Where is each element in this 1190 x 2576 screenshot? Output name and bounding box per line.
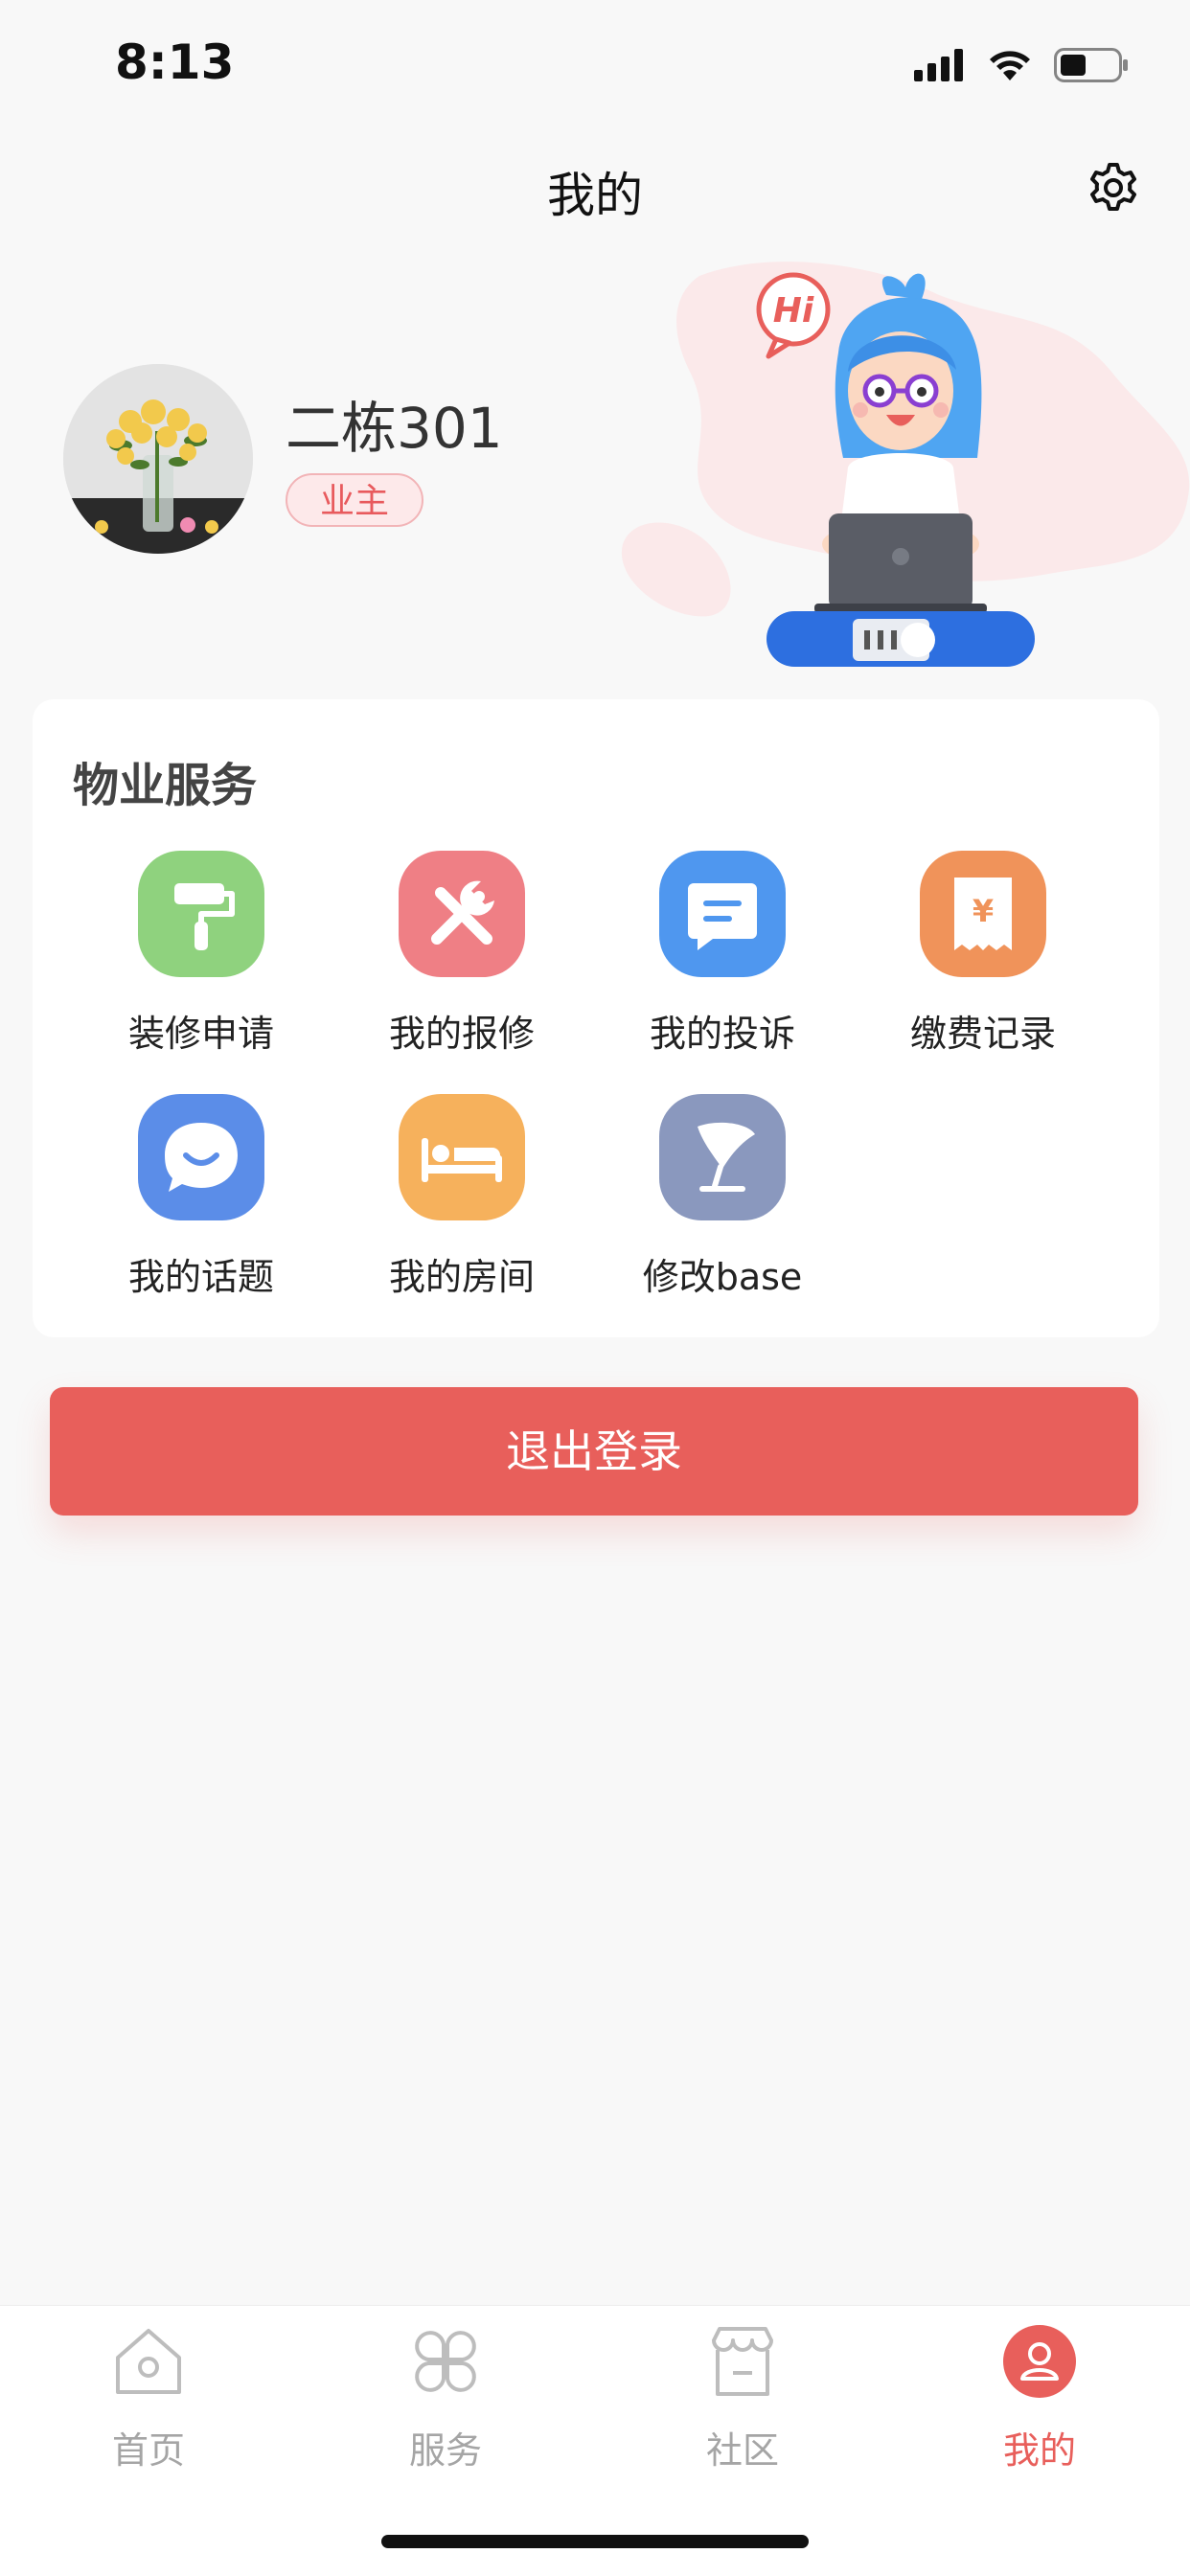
card-title: 物业服务 bbox=[73, 759, 258, 812]
service-label: 修改base bbox=[642, 1256, 803, 1298]
wifi-icon bbox=[990, 51, 1030, 80]
tab-label: 首页 bbox=[111, 2429, 185, 2472]
tab-label: 服务 bbox=[408, 2429, 482, 2472]
service-my-topics[interactable]: 我的话题 bbox=[71, 1094, 332, 1314]
battery-icon bbox=[1054, 48, 1128, 82]
logout-button[interactable]: 退出登录 bbox=[50, 1387, 1138, 1516]
tab-services[interactable]: 服务 bbox=[297, 2323, 594, 2476]
status-time: 8:13 bbox=[115, 34, 235, 90]
profile-icon bbox=[1003, 2325, 1076, 2398]
shop-icon bbox=[712, 2327, 773, 2396]
home-icon bbox=[116, 2329, 181, 2394]
gear-icon bbox=[1090, 163, 1136, 211]
tab-mine[interactable]: 我的 bbox=[891, 2323, 1188, 2476]
signal-icon bbox=[914, 49, 963, 81]
tab-label: 社区 bbox=[705, 2429, 779, 2472]
tab-home[interactable]: 首页 bbox=[0, 2323, 297, 2476]
service-label: 装修申请 bbox=[127, 1013, 274, 1055]
service-label: 我的报修 bbox=[388, 1013, 535, 1055]
page-title: 我的 bbox=[547, 168, 643, 223]
service-my-complaints[interactable]: 我的投诉 bbox=[592, 851, 853, 1071]
status-icons bbox=[914, 38, 1129, 92]
receipt-icon: ¥ bbox=[920, 851, 1046, 977]
avatar[interactable] bbox=[63, 364, 253, 554]
service-renovation-application[interactable]: 装修申请 bbox=[71, 851, 332, 1071]
message-icon bbox=[659, 851, 786, 977]
home-indicator bbox=[381, 2535, 809, 2548]
service-label: 我的房间 bbox=[388, 1256, 535, 1298]
svg-text:¥: ¥ bbox=[973, 893, 994, 929]
service-edit-base[interactable]: 修改base bbox=[592, 1094, 853, 1314]
chat-bubble-icon bbox=[138, 1094, 264, 1220]
paint-roller-icon bbox=[138, 851, 264, 977]
hi-text: Hi bbox=[773, 291, 814, 331]
service-payment-records[interactable]: ¥ 缴费记录 bbox=[853, 851, 1113, 1071]
clover-icon bbox=[415, 2331, 476, 2392]
hi-girl-illustration: Hi bbox=[613, 257, 1190, 678]
wrench-icon bbox=[399, 851, 525, 977]
settings-button[interactable] bbox=[1085, 159, 1142, 217]
pen-icon bbox=[659, 1094, 786, 1220]
user-name: 二栋301 bbox=[286, 396, 503, 461]
service-my-room[interactable]: 我的房间 bbox=[332, 1094, 592, 1314]
service-label: 我的话题 bbox=[127, 1256, 274, 1298]
flower-vase-photo bbox=[63, 364, 253, 554]
role-badge: 业主 bbox=[286, 473, 423, 527]
property-services-card: 物业服务 装修申请 我的报修 我的投诉 ¥ 缴费记录 我的话题 我的房间 修改b… bbox=[33, 699, 1159, 1337]
service-my-repairs[interactable]: 我的报修 bbox=[332, 851, 592, 1071]
bed-icon bbox=[399, 1094, 525, 1220]
service-label: 我的投诉 bbox=[649, 1013, 795, 1055]
tab-label: 我的 bbox=[1002, 2429, 1076, 2472]
tab-community[interactable]: 社区 bbox=[594, 2323, 891, 2476]
service-label: 缴费记录 bbox=[909, 1013, 1056, 1055]
